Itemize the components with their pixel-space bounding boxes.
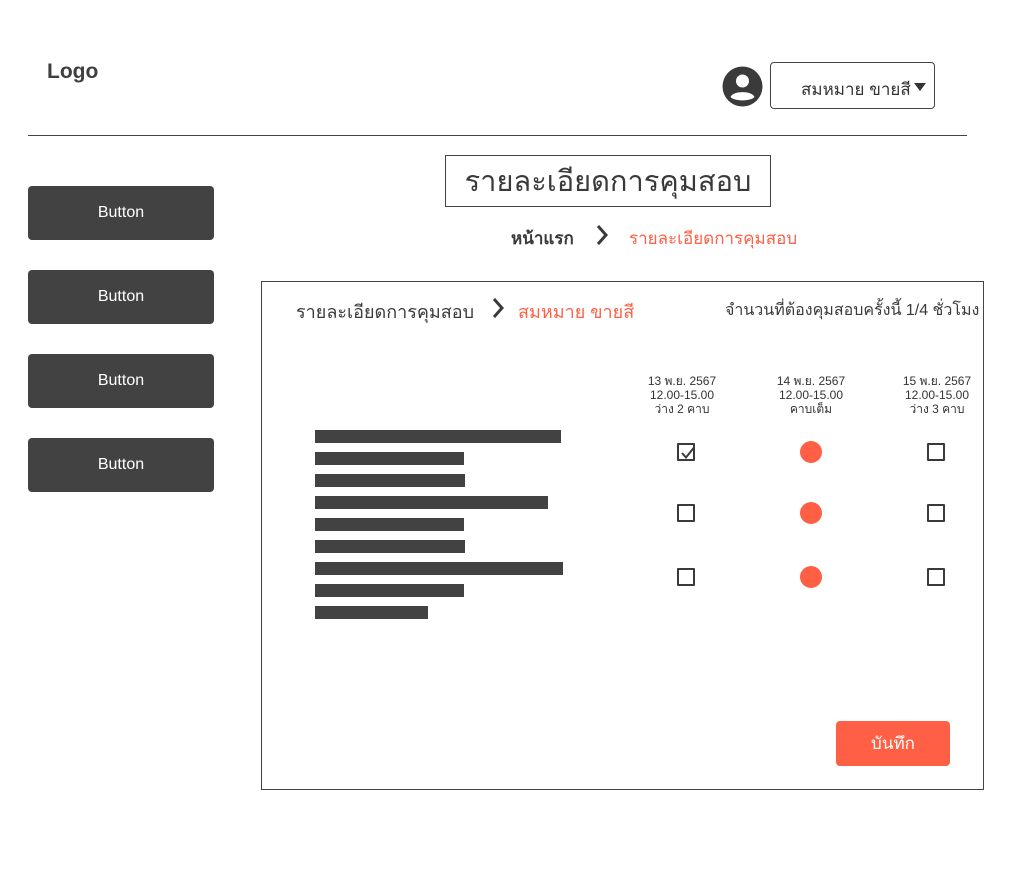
text-placeholder [315, 606, 428, 619]
text-placeholder [315, 474, 465, 487]
caret-down-icon [914, 83, 926, 91]
header-divider [28, 135, 967, 136]
slot-checkbox[interactable] [677, 504, 695, 522]
slot-full-indicator [800, 441, 822, 463]
hours-required-text: จำนวนที่ต้องคุมสอบครั้งนี้ 1/4 ชั่วโมง [725, 302, 980, 319]
chevron-right-icon [595, 224, 609, 251]
column-date: 15 พ.ย. 2567 [902, 374, 972, 388]
slot-checkbox-checked[interactable] [677, 443, 695, 461]
column-date: 14 พ.ย. 2567 [776, 374, 846, 388]
text-placeholder [315, 430, 561, 443]
account-circle-icon[interactable] [722, 66, 763, 107]
text-placeholder [315, 518, 464, 531]
slot-checkbox[interactable] [927, 568, 945, 586]
sidebar-button-2[interactable]: Button [28, 270, 214, 324]
save-button[interactable]: บันทึก [836, 721, 950, 766]
sidebar-button-4[interactable]: Button [28, 438, 214, 492]
text-placeholder [315, 584, 464, 597]
breadcrumb-current: รายละเอียดการคุมสอบ [629, 229, 798, 248]
sidebar-button-3[interactable]: Button [28, 354, 214, 408]
text-placeholder [315, 540, 465, 553]
user-name: สมหมาย ขายสี [801, 80, 911, 99]
panel-breadcrumb-section[interactable]: รายละเอียดการคุมสอบ [296, 297, 474, 326]
slot-checkbox[interactable] [927, 504, 945, 522]
column-time: 12.00-15.00 [778, 388, 844, 402]
column-header: 15 พ.ย. 2567 12.00-15.00 ว่าง 3 คาบ [882, 374, 983, 416]
slot-full-indicator [800, 566, 822, 588]
page-title: รายละเอียดการคุมสอบ [445, 155, 771, 207]
logo: Logo [47, 60, 99, 83]
column-header: 13 พ.ย. 2567 12.00-15.00 ว่าง 2 คาบ [627, 374, 737, 416]
column-status: คาบเต็ม [789, 402, 833, 416]
user-dropdown[interactable]: สมหมาย ขายสี [770, 62, 935, 109]
text-placeholder [315, 496, 548, 509]
chevron-right-icon [491, 297, 505, 324]
exam-detail-panel: รายละเอียดการคุมสอบ สมหมาย ขายสี จำนวนที… [261, 281, 984, 790]
slot-checkbox[interactable] [677, 568, 695, 586]
sidebar-button-1[interactable]: Button [28, 186, 214, 240]
text-placeholder [315, 562, 563, 575]
panel-breadcrumb-person: สมหมาย ขายสี [518, 302, 635, 322]
column-date: 13 พ.ย. 2567 [647, 374, 717, 388]
slot-checkbox[interactable] [927, 443, 945, 461]
slot-full-indicator [800, 502, 822, 524]
text-placeholder [315, 452, 464, 465]
column-time: 12.00-15.00 [649, 388, 715, 402]
column-status: ว่าง 3 คาบ [909, 402, 965, 416]
column-status: ว่าง 2 คาบ [654, 402, 710, 416]
column-header: 14 พ.ย. 2567 12.00-15.00 คาบเต็ม [756, 374, 866, 416]
column-time: 12.00-15.00 [904, 388, 970, 402]
breadcrumb-home[interactable]: หน้าแรก [511, 225, 574, 252]
